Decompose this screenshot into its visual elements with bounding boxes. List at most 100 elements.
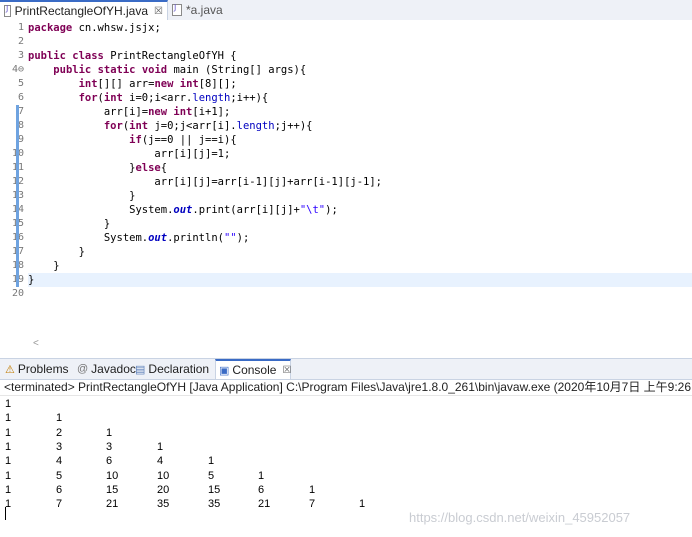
close-icon[interactable]: ☒ [154,6,163,17]
code-text: arr[i]=new int[i+1]; [28,106,231,118]
close-icon[interactable]: ☒ [282,365,291,376]
code-line[interactable]: 11 }else{ [12,161,692,175]
console-value: 1 [258,469,265,482]
code-line[interactable]: 18 } [12,259,692,273]
panel-tab-javadoc[interactable]: @ Javadoc [74,359,136,379]
line-number: 4⊖ [11,64,24,75]
code-text: public static void main (String[] args){ [53,64,307,76]
code-text: for(int i=0;i<arr.length;i++){ [78,92,269,104]
java-file-icon [4,4,11,17]
console-value: 3 [106,440,113,453]
code-area[interactable]: 1 package cn.whsw.jsjx; 2 3 public class Pri… [12,20,692,343]
console-value: 2 [56,426,63,439]
console-value: 20 [157,483,170,496]
horizontal-scrollbar[interactable]: < [28,338,692,352]
console-value: 1 [359,498,366,511]
console-line: 1 2 1 [0,426,692,440]
quick-diff-marker [16,119,19,133]
panel-tab-problems[interactable]: ⚠ Problems [2,359,72,379]
line-number: 11 [0,161,24,175]
tab-a-java[interactable]: *a.java [168,0,248,20]
quick-diff-marker [16,245,19,259]
console-value: 6 [56,483,63,496]
code-line[interactable]: 4⊖ public static void main (String[] arg… [12,63,692,77]
code-text: System.out.println(""); [28,232,250,244]
line-number: 1 [17,22,24,33]
line-number: 5 [17,78,24,89]
code-line[interactable]: 8 for(int j=0;j<arr[i].length;j++){ [16,119,692,133]
code-line[interactable]: 2 [18,35,692,49]
panel-tab-declaration[interactable]: ▤ Declaration [132,359,212,379]
console-value: 1 [5,469,12,482]
console-value: 7 [309,498,316,511]
code-text: int[][] arr=new int[8][]; [78,78,237,90]
console-icon: ▣ [219,364,230,377]
console-value: 1 [309,483,316,496]
line-number: 17 [0,245,24,259]
code-line[interactable]: 6 for(int i=0;i<arr.length;i++){ [18,91,692,105]
code-line[interactable]: 20 [12,287,692,301]
code-line[interactable]: 10 arr[i][j]=1; [12,147,692,161]
code-line[interactable]: 14 System.out.print(arr[i][j]+"\t"); [12,203,692,217]
code-text: for(int j=0;j<arr[i].length;j++){ [103,120,313,132]
code-line[interactable]: 13 } [12,189,692,203]
line-number: 16 [0,231,24,245]
code-line[interactable]: 15 } [12,217,692,231]
console-value: 21 [258,498,271,511]
console-value: 21 [106,498,119,511]
line-number: 12 [0,175,24,189]
quick-diff-marker [16,161,19,175]
line-number: 15 [0,217,24,231]
panel-tab-bar: ⚠ Problems @ Javadoc ▤ Declaration ▣ Console ☒ [0,358,692,380]
line-number: 10 [0,147,24,161]
tab-label: *a.java [186,3,223,17]
line-number: 6 [17,92,24,103]
code-line[interactable]: 16 System.out.println(""); [12,231,692,245]
console-line: 1 [0,397,692,411]
code-line[interactable]: 1 package cn.whsw.jsjx; [18,21,692,35]
code-line[interactable]: 19} [12,273,692,287]
console-value: 7 [56,498,63,511]
code-line[interactable]: 9 if(j==0 || j==i){ [16,133,692,147]
quick-diff-marker [16,273,19,287]
code-line[interactable]: 7 arr[i]=new int[i+1]; [16,105,692,119]
line-number: 14 [0,203,24,217]
code-text: } [28,274,35,286]
scroll-left-icon[interactable]: < [33,338,39,349]
panel-tab-label: Console [232,363,277,377]
code-line[interactable]: 5 int[][] arr=new int[8][]; [18,77,692,91]
line-number: 8 [17,120,24,131]
javadoc-icon: @ [77,363,89,375]
console-line: 11 [0,411,692,425]
console-value: 1 [106,426,113,439]
console-line: 1 3 3 1 [0,440,692,454]
quick-diff-marker [16,175,19,189]
panel-tab-console[interactable]: ▣ Console ☒ [215,359,291,379]
console-value: 1 [157,440,164,453]
quick-diff-marker [16,147,19,161]
problems-icon: ⚠ [5,363,15,376]
code-line[interactable]: 12 arr[i][j]=arr[i-1][j]+arr[i-1][j-1]; [12,175,692,189]
declaration-icon: ▤ [135,363,146,376]
quick-diff-marker [16,259,19,273]
console-value: 1 [5,426,12,439]
code-line[interactable]: 3 public class PrintRectangleOfYH { [18,49,692,63]
code-text: arr[i][j]=arr[i-1][j]+arr[i-1][j-1]; [28,176,383,188]
code-text: } [28,218,111,230]
console-value: 5 [208,469,215,482]
code-line[interactable]: 17 } [12,245,692,259]
console-value: 6 [258,483,265,496]
console-value: 10 [157,469,170,482]
code-editor[interactable]: 1 package cn.whsw.jsjx; 2 3 public class Pri… [0,20,692,349]
console-value: 35 [208,498,221,511]
code-text: System.out.print(arr[i][j]+"\t"); [28,204,338,216]
line-number: 9 [17,134,24,145]
console-value: 3 [56,440,63,453]
console-value: 1 [5,483,12,496]
console-value: 10 [106,469,119,482]
console-value: 15 [106,483,119,496]
quick-diff-marker [16,231,19,245]
tab-printrectangleofyh-java[interactable]: PrintRectangleOfYH.java ☒ [0,0,168,20]
quick-diff-marker [16,189,19,203]
console-value: 1 [5,398,12,410]
